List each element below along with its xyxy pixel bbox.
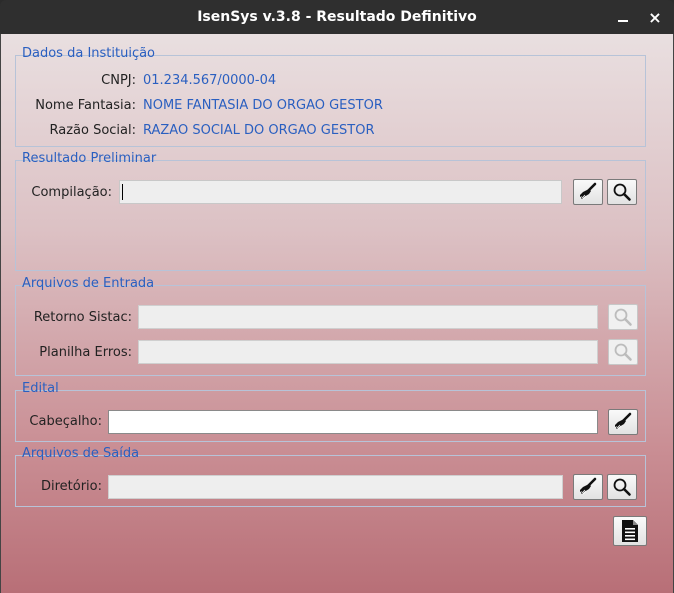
retorno-sistac-label: Retorno Sistac: bbox=[33, 310, 132, 325]
document-icon bbox=[622, 520, 638, 542]
razao-social-value: RAZAO SOCIAL DO ORGAO GESTOR bbox=[143, 123, 375, 138]
arquivos-entrada-group: Arquivos de Entrada Retorno Sistac: Plan… bbox=[15, 276, 646, 376]
resultado-preliminar-group: Resultado Preliminar Compilação: bbox=[15, 151, 646, 271]
planilha-erros-label: Planilha Erros: bbox=[39, 345, 132, 360]
planilha-erros-search-button[interactable] bbox=[608, 339, 638, 365]
diretorio-label: Diretório: bbox=[40, 479, 102, 494]
magnifier-icon bbox=[614, 343, 632, 361]
cnpj-value: 01.234.567/0000-04 bbox=[143, 73, 277, 88]
nome-fantasia-value: NOME FANTASIA DO ORGAO GESTOR bbox=[143, 98, 383, 113]
broom-icon bbox=[580, 477, 597, 495]
compilacao-clear-button[interactable] bbox=[573, 179, 603, 205]
dados-instituicao-title: Dados da Instituição bbox=[22, 46, 156, 61]
title-bar: IsenSys v.3.8 - Resultado Definitivo × bbox=[0, 0, 674, 34]
minimize-icon bbox=[618, 20, 628, 22]
cabecalho-clear-button[interactable] bbox=[608, 409, 638, 435]
cabecalho-label: Cabeçalho: bbox=[29, 414, 102, 429]
minimize-button[interactable] bbox=[606, 0, 640, 34]
magnifier-icon bbox=[613, 183, 631, 201]
broom-icon bbox=[580, 182, 597, 200]
magnifier-icon bbox=[614, 308, 632, 326]
main-panel: Dados da Instituição CNPJ: 01.234.567/00… bbox=[0, 34, 674, 593]
compilacao-label: Compilação: bbox=[31, 185, 112, 200]
close-icon: × bbox=[648, 7, 662, 27]
broom-icon bbox=[615, 412, 632, 430]
diretorio-clear-button[interactable] bbox=[573, 474, 603, 500]
edital-title: Edital bbox=[22, 381, 59, 396]
arquivos-saida-group: Arquivos de Saída Diretório: bbox=[15, 446, 646, 507]
retorno-sistac-input[interactable] bbox=[138, 305, 598, 329]
cnpj-label: CNPJ: bbox=[101, 73, 136, 88]
arquivos-saida-title: Arquivos de Saída bbox=[22, 446, 140, 461]
diretorio-input[interactable] bbox=[108, 475, 563, 499]
edital-group: Edital Cabeçalho: bbox=[15, 381, 646, 442]
compilacao-input[interactable] bbox=[119, 180, 562, 204]
close-button[interactable]: × bbox=[638, 0, 672, 34]
nome-fantasia-label: Nome Fantasia: bbox=[35, 98, 136, 113]
generate-document-button[interactable] bbox=[613, 516, 647, 546]
compilacao-search-button[interactable] bbox=[607, 179, 637, 205]
planilha-erros-input[interactable] bbox=[138, 340, 598, 364]
app-window: IsenSys v.3.8 - Resultado Definitivo × D… bbox=[0, 0, 674, 593]
diretorio-search-button[interactable] bbox=[607, 474, 637, 500]
window-title: IsenSys v.3.8 - Resultado Definitivo bbox=[197, 9, 477, 25]
dados-instituicao-group: Dados da Instituição CNPJ: 01.234.567/00… bbox=[15, 46, 646, 147]
magnifier-icon bbox=[613, 478, 631, 496]
resultado-preliminar-title: Resultado Preliminar bbox=[22, 151, 157, 166]
razao-social-label: Razão Social: bbox=[49, 123, 136, 138]
cabecalho-input[interactable] bbox=[108, 410, 598, 434]
retorno-sistac-search-button[interactable] bbox=[608, 304, 638, 330]
arquivos-entrada-title: Arquivos de Entrada bbox=[22, 276, 155, 291]
